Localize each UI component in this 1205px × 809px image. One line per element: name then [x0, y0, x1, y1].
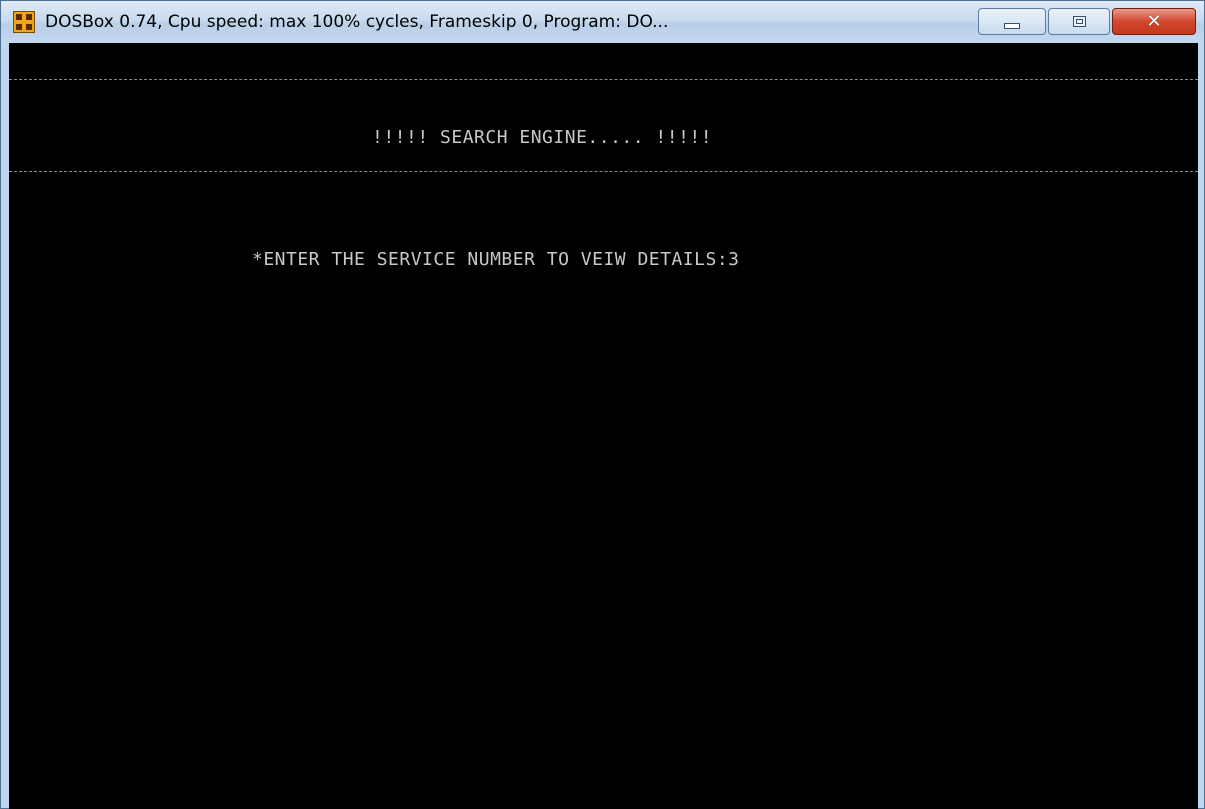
- service-number-prompt: *ENTER THE SERVICE NUMBER TO VEIW DETAIL…: [252, 249, 740, 270]
- top-divider: [9, 79, 1198, 80]
- dosbox-icon[interactable]: [13, 11, 35, 33]
- minimize-icon: [1004, 22, 1020, 29]
- title-bar[interactable]: DOSBox 0.74, Cpu speed: max 100% cycles,…: [1, 1, 1204, 43]
- maximize-icon: [1072, 16, 1086, 27]
- minimize-button[interactable]: [978, 8, 1046, 35]
- close-button[interactable]: ✕: [1112, 8, 1196, 35]
- dosbox-window: DOSBox 0.74, Cpu speed: max 100% cycles,…: [0, 0, 1205, 809]
- close-icon: ✕: [1146, 10, 1162, 32]
- window-title: DOSBox 0.74, Cpu speed: max 100% cycles,…: [45, 12, 669, 32]
- bottom-divider: [9, 171, 1198, 172]
- search-engine-heading: !!!!! SEARCH ENGINE..... !!!!!: [372, 127, 713, 148]
- maximize-button[interactable]: [1048, 8, 1110, 35]
- dos-console[interactable]: !!!!! SEARCH ENGINE..... !!!!! *ENTER TH…: [9, 43, 1198, 809]
